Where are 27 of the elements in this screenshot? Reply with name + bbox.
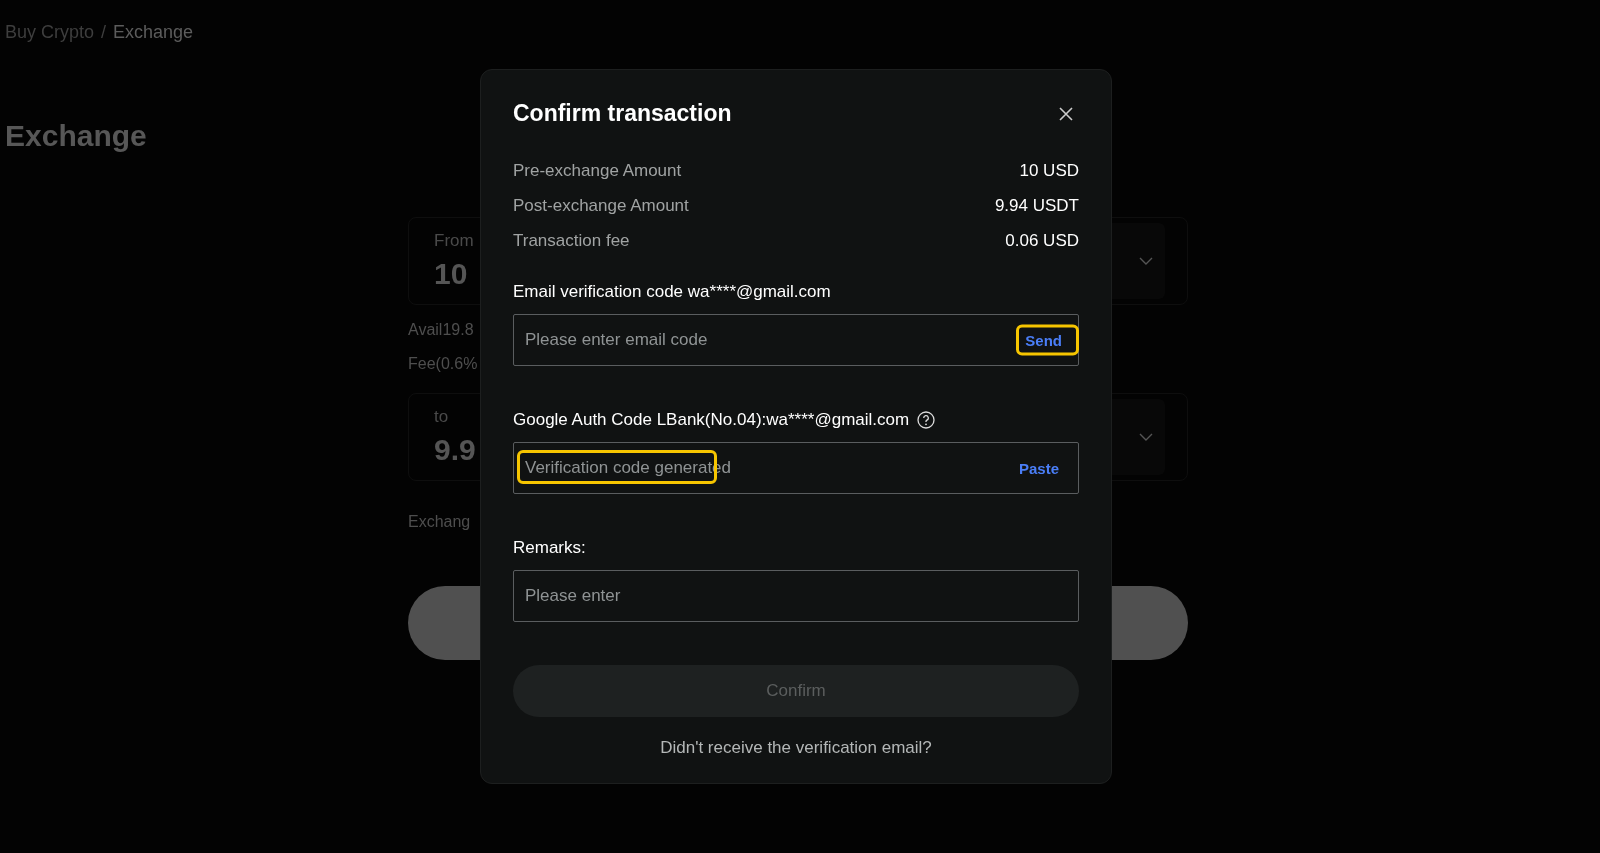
summary-label: Pre-exchange Amount	[513, 160, 682, 181]
fee-text: Fee(0.6%	[408, 355, 479, 373]
breadcrumb-link[interactable]: Exchange	[113, 22, 194, 43]
summary-label: Post-exchange Amount	[513, 195, 689, 216]
summary-label: Transaction fee	[513, 230, 630, 251]
dialog-title: Confirm transaction	[513, 100, 732, 127]
chevron-down-icon	[1139, 433, 1153, 441]
field-action-button[interactable]: Paste	[1010, 453, 1067, 483]
from-amount: 10	[434, 257, 469, 291]
summary-value: 0.06 USD	[1005, 230, 1079, 251]
input-field[interactable]: Please enter	[513, 570, 1079, 622]
summary-value: 9.94 USDT	[994, 195, 1079, 216]
page-title: Exchange	[5, 119, 147, 153]
field-action-button[interactable]: Send	[1016, 324, 1079, 356]
chevron-down-icon	[1139, 257, 1153, 265]
breadcrumb-separator: /	[101, 22, 107, 43]
help-icon[interactable]	[917, 411, 936, 429]
to-label: to	[434, 407, 450, 427]
exchange-rate-text: Exchang	[408, 513, 472, 531]
resend-help-link[interactable]: Didn't receive the verification email?	[660, 738, 932, 757]
field-label: Email verification code wa****@gmail.com	[513, 282, 831, 302]
from-label: From	[434, 231, 474, 251]
to-amount: 9.9	[434, 433, 476, 467]
summary-value: 10 USD	[1019, 160, 1079, 181]
field-label: Remarks:	[513, 538, 586, 558]
close-icon[interactable]	[1059, 106, 1073, 121]
field-label: Google Auth Code LBank(No.04):wa****@gmail.com	[513, 410, 910, 430]
